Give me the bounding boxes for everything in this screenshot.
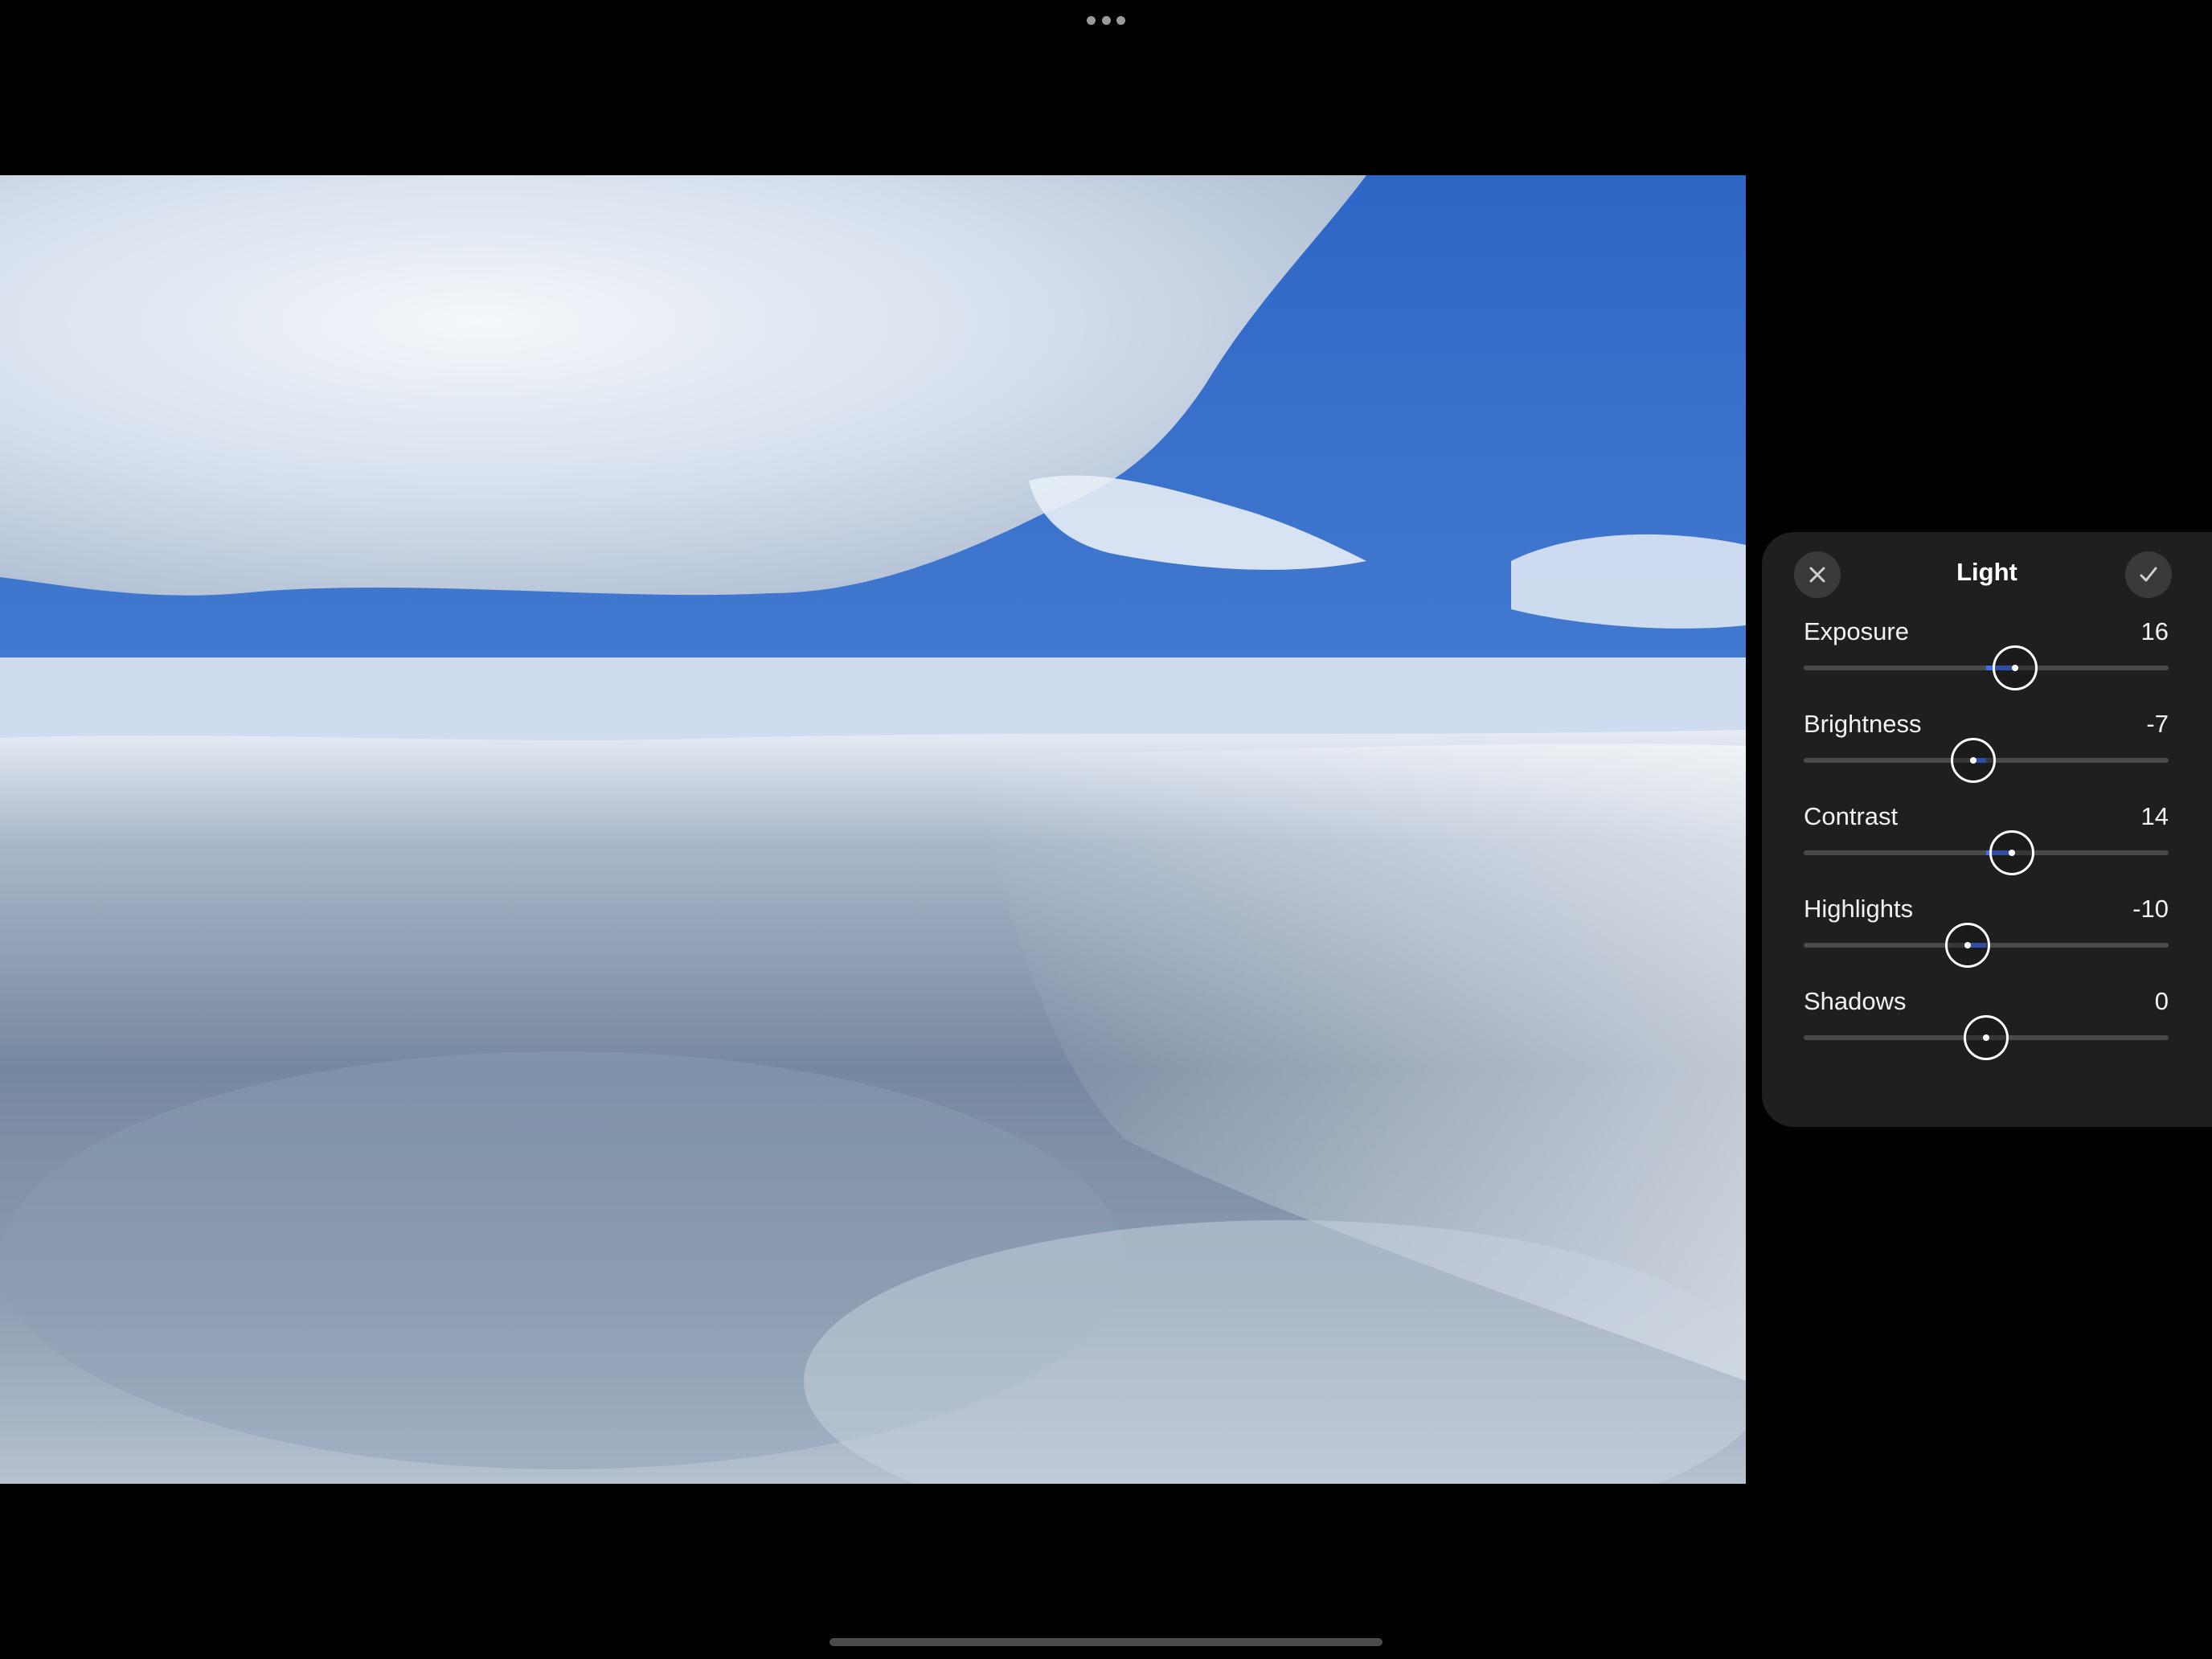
slider-value: -7 xyxy=(2146,710,2169,738)
multitasking-ellipsis-icon[interactable] xyxy=(1087,14,1125,26)
slider-exposure: Exposure 16 xyxy=(1804,617,2169,698)
slider-track[interactable] xyxy=(1804,1015,2169,1060)
slider-track[interactable] xyxy=(1804,738,2169,783)
slider-label: Shadows xyxy=(1804,987,1907,1015)
panel-header: Light xyxy=(1762,532,2212,612)
slider-knob[interactable] xyxy=(1989,830,2034,875)
slider-label: Contrast xyxy=(1804,802,1899,830)
slider-shadows: Shadows 0 xyxy=(1804,987,2169,1067)
done-button[interactable] xyxy=(2125,551,2172,598)
slider-value: 16 xyxy=(2140,617,2169,645)
checkmark-icon xyxy=(2140,567,2157,582)
photo-image xyxy=(0,175,1746,1484)
slider-value: 14 xyxy=(2140,802,2169,830)
slider-value: 0 xyxy=(2154,987,2169,1015)
photo-editor-screen: Light Exposure 16 Brightness -7 Contrast… xyxy=(0,0,2212,1659)
slider-label: Brightness xyxy=(1804,710,1922,738)
slider-knob[interactable] xyxy=(1964,1015,2009,1060)
light-adjustment-panel: Light Exposure 16 Brightness -7 Contrast… xyxy=(1762,532,2212,1127)
slider-track[interactable] xyxy=(1804,830,2169,875)
slider-value: -10 xyxy=(2132,895,2169,923)
slider-knob[interactable] xyxy=(1993,645,2038,690)
slider-track[interactable] xyxy=(1804,645,2169,690)
home-indicator[interactable] xyxy=(830,1638,1382,1646)
slider-knob[interactable] xyxy=(1951,738,1997,783)
slider-brightness: Brightness -7 xyxy=(1804,710,2169,790)
slider-highlights: Highlights -10 xyxy=(1804,895,2169,975)
slider-label: Highlights xyxy=(1804,895,1914,923)
slider-knob[interactable] xyxy=(1945,923,1991,968)
slider-label: Exposure xyxy=(1804,617,1909,645)
slider-contrast: Contrast 14 xyxy=(1804,802,2169,883)
slider-track[interactable] xyxy=(1804,923,2169,968)
photo-preview xyxy=(0,175,1746,1484)
